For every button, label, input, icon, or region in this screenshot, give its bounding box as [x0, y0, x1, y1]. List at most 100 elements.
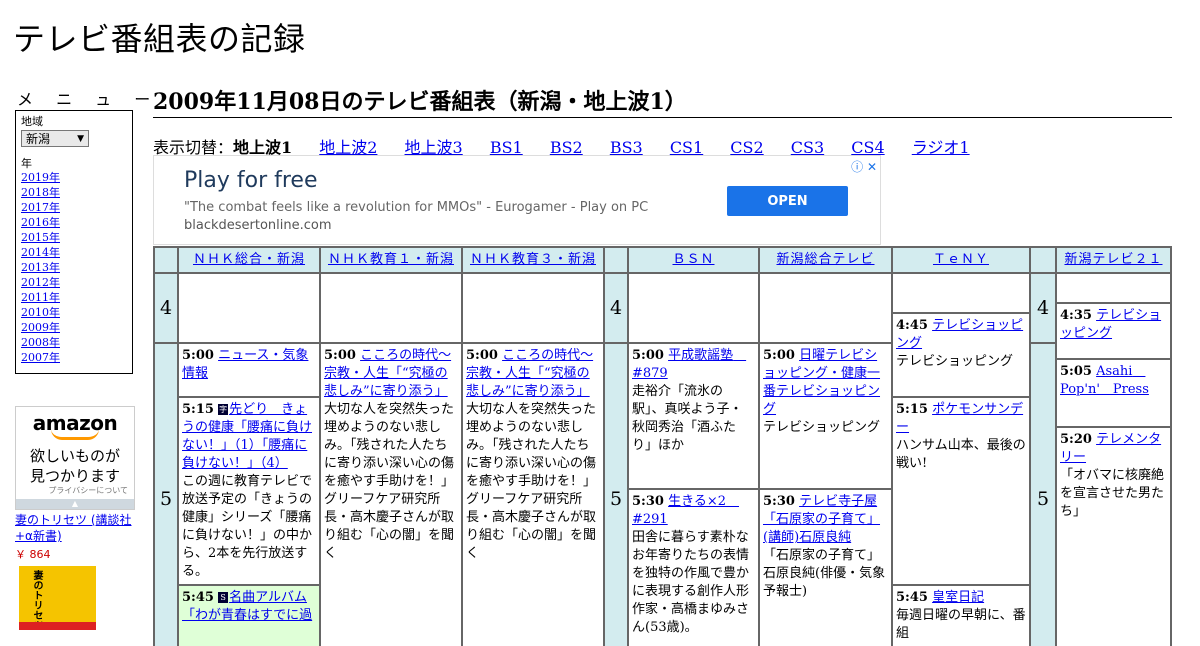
program-description: 「オバマに核廃絶を宣言させた男たち」 [1060, 468, 1165, 519]
year-link[interactable]: 2017年 [21, 201, 60, 214]
chevron-up-icon[interactable]: ▲ [16, 499, 134, 509]
channel-header[interactable]: ＴｅＮＹ [893, 248, 1029, 272]
empty-slot [463, 274, 603, 342]
program-cell: 5:00 ニュース・気象情報 [179, 344, 319, 396]
ad-domain: blackdesertonline.com [184, 218, 332, 233]
ad-choices-icon[interactable]: ⓘ ✕ [851, 158, 877, 175]
program-cell: 4:45 テレビショッピング テレビショッピング [893, 314, 1029, 396]
tv-schedule-table: ＮＨＫ総合・新潟 ＮＨＫ教育１・新潟 ＮＨＫ教育３・新潟 ＢＳＮ 新潟総合テレビ… [153, 246, 1172, 646]
hour-cell: 4 [1031, 274, 1055, 342]
year-label: 年 [21, 157, 32, 170]
channel-header[interactable]: ＮＨＫ教育１・新潟 [321, 248, 461, 272]
channel-link[interactable]: ＢＳＮ [672, 252, 714, 267]
program-time: 5:15 [182, 402, 214, 417]
ad-open-button[interactable]: OPEN [727, 186, 848, 216]
empty-slot [321, 274, 461, 342]
hour-cell: 5 [605, 344, 627, 646]
hour-cell: 5 [1031, 344, 1055, 646]
program-cell: 5:00 平成歌謡塾 #879 走裕介「流氷の駅」、真咲よう子・秋岡秀治「酒ふた… [629, 344, 758, 488]
empty-slot [760, 274, 891, 342]
year-link[interactable]: 2019年 [21, 171, 60, 184]
year-link[interactable]: 2009年 [21, 321, 60, 334]
program-time: 5:30 [763, 494, 795, 509]
channel-link[interactable]: ＮＨＫ総合・新潟 [193, 252, 305, 267]
program-time: 5:45 [182, 590, 214, 605]
channel-header[interactable]: ＮＨＫ教育３・新潟 [463, 248, 603, 272]
amazon-tagline-line2: 見つかります [29, 467, 120, 485]
program-cell: 4:35 テレビショッピング [1057, 304, 1170, 358]
chevron-down-icon: ▼ [77, 133, 84, 144]
program-time: 5:15 [896, 402, 928, 417]
year-list: 2019年 2018年 2017年 2016年 2015年 2014年 2013… [21, 170, 127, 365]
channel-header[interactable]: ＮＨＫ総合・新潟 [179, 248, 319, 272]
year-link[interactable]: 2013年 [21, 261, 60, 274]
program-cell: 5:30 テレビ寺子屋「石原家の子育て」(講師)石原良純 「石原家の子育て」石原… [760, 490, 891, 646]
program-time: 5:00 [324, 348, 356, 363]
program-description: 毎週日曜の早朝に、番組 [896, 608, 1026, 641]
menu-box: 地域 新潟 ▼ 年 2019年 2018年 2017年 2016年 2015年 … [15, 110, 133, 374]
page-title: 2009年11月08日のテレビ番組表（新潟・地上波1） [153, 84, 1172, 118]
channel-header[interactable]: 新潟テレビ２１ [1057, 248, 1170, 272]
book-cover-band [19, 622, 96, 630]
year-link[interactable]: 2018年 [21, 186, 60, 199]
site-title: テレビ番組表の記録 [13, 20, 306, 58]
empty-slot [629, 274, 758, 342]
channel-link[interactable]: ＮＨＫ教育１・新潟 [328, 252, 454, 267]
amazon-tagline-line1: 欲しいものが [29, 447, 120, 465]
year-link[interactable]: 2012年 [21, 276, 60, 289]
ad-quote: "The combat feels like a revolution for … [184, 200, 649, 215]
year-link[interactable]: 2016年 [21, 216, 60, 229]
region-label: 地域 [21, 115, 43, 128]
program-cell: 5:15 字先どり きょうの健康「腰痛に負けない！」（1）「腰痛に負けない！」（… [179, 398, 319, 584]
program-cell: 5:05 Asahi Pop'n' Press [1057, 360, 1170, 426]
year-link[interactable]: 2014年 [21, 246, 60, 259]
program-description: ハンサム山本、最後の戦い! [896, 438, 1026, 471]
program-description: テレビショッピング [763, 420, 881, 435]
program-time: 4:35 [1060, 308, 1092, 323]
program-time: 5:30 [632, 494, 664, 509]
book-title-link[interactable]: 妻のトリセツ (講談社+α新書) [15, 512, 135, 544]
book-cover-text: 妻のトリセツ [31, 570, 42, 630]
program-cell: 5:15 ポケモンサンデー ハンサム山本、最後の戦い! [893, 398, 1029, 584]
program-time: 5:45 [896, 590, 928, 605]
amazon-privacy[interactable]: プライバシーについて [16, 486, 128, 496]
channel-link[interactable]: 新潟テレビ２１ [1064, 252, 1162, 267]
channel-header[interactable]: ＢＳＮ [629, 248, 758, 272]
program-description: テレビショッピング [896, 354, 1014, 369]
program-time: 5:20 [1060, 432, 1092, 447]
hour-cell: 4 [155, 274, 177, 342]
program-time: 5:00 [466, 348, 498, 363]
channel-link[interactable]: ＴｅＮＹ [933, 252, 989, 267]
switch-link-radio1[interactable]: ラジオ1 [912, 138, 970, 157]
channel-header[interactable]: 新潟総合テレビ [760, 248, 891, 272]
empty-slot [1057, 274, 1170, 302]
book-cover-image[interactable]: 妻のトリセツ [19, 566, 96, 630]
year-link[interactable]: 2011年 [21, 291, 60, 304]
region-select[interactable]: 新潟 ▼ [21, 130, 89, 147]
amazon-logo: amazon [32, 411, 118, 435]
year-link[interactable]: 2008年 [21, 336, 60, 349]
year-link[interactable]: 2010年 [21, 306, 60, 319]
ad-banner[interactable]: ⓘ ✕ Play for free "The combat feels like… [153, 155, 881, 245]
channel-link[interactable]: ＮＨＫ教育３・新潟 [470, 252, 596, 267]
program-cell: 5:45 S 名曲アルバム「わが青春はすでに過 [179, 586, 319, 646]
menu-heading: メ ニ ュ ー [17, 90, 160, 109]
program-description: 大切な人を突然失った埋めようのない悲しみ。「残された人たちに寄り添い深い心の傷を… [324, 402, 455, 561]
book-price: ￥ 864 [15, 548, 51, 561]
hour-cell: 5 [155, 344, 177, 646]
program-time: 5:00 [182, 348, 214, 363]
empty-slot [179, 274, 319, 342]
amazon-ad[interactable]: amazon 欲しいものが 見つかります プライバシーについて ▲ [15, 406, 135, 510]
ad-headline[interactable]: Play for free [184, 168, 318, 193]
program-description: 走裕介「流氷の駅」、真咲よう子・秋岡秀治「酒ふたり」ほか [632, 384, 743, 453]
program-description: 「石原家の子育て」石原良純(俳優・気象予報士) [763, 548, 886, 599]
region-select-value: 新潟 [26, 132, 51, 146]
program-time: 4:45 [896, 318, 928, 333]
program-description: 大切な人を突然失った埋めようのない悲しみ。「残された人たちに寄り添い深い心の傷を… [466, 402, 597, 561]
year-link[interactable]: 2015年 [21, 231, 60, 244]
stereo-badge-icon: S [218, 592, 229, 603]
channel-link[interactable]: 新潟総合テレビ [776, 252, 874, 267]
empty-slot [893, 274, 1029, 312]
program-title-link[interactable]: 皇室日記 [932, 590, 984, 605]
year-link[interactable]: 2007年 [21, 351, 60, 364]
